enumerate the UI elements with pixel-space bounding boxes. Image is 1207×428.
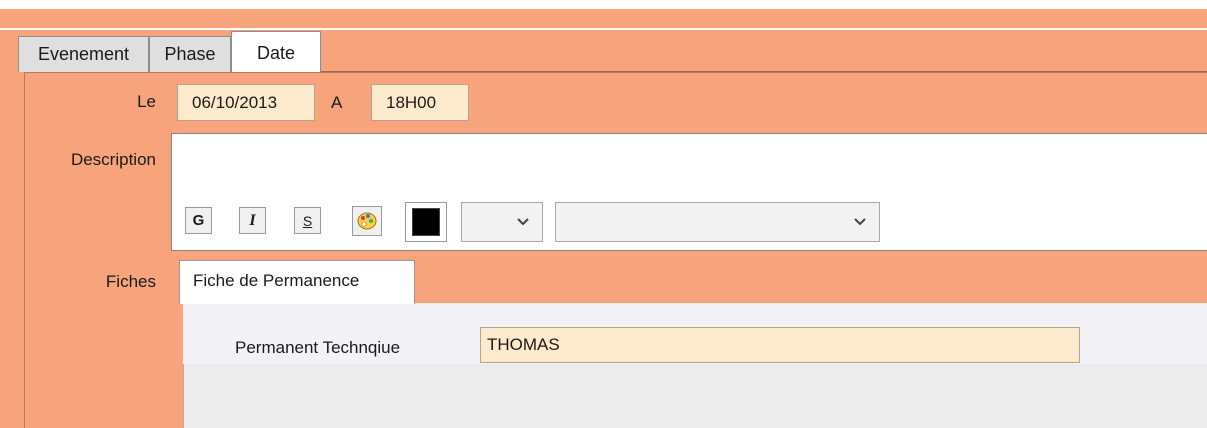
chevron-down-icon [854,218,866,226]
bold-button[interactable]: G [185,207,212,234]
a-label: A [331,93,343,112]
tab-evenement[interactable]: Evenement [18,36,149,72]
description-label: Description [70,150,156,169]
palette-icon [357,212,377,230]
italic-button[interactable]: I [239,207,266,234]
text-color-button[interactable] [405,202,447,242]
top-strip [0,0,1207,9]
permanent-technique-field[interactable]: THOMAS [480,327,1080,363]
font-size-select[interactable] [461,202,543,242]
time-field[interactable]: 18H00 [371,84,469,121]
tab-fiche-de-permanence[interactable]: Fiche de Permanence [179,260,415,304]
le-label: Le [137,92,156,111]
font-family-select[interactable] [555,202,880,242]
text-color-swatch [412,208,440,236]
tab-phase[interactable]: Phase [149,36,231,72]
strikethrough-button[interactable]: S [294,207,321,234]
palette-button[interactable] [352,206,382,236]
window-header-bar [0,9,1207,28]
tab-date[interactable]: Date [231,31,321,72]
date-field[interactable]: 06/10/2013 [177,84,315,121]
fiches-label: Fiches [105,272,156,291]
chevron-down-icon [517,218,529,226]
permanent-technique-label: Permanent Technqiue [235,338,401,357]
